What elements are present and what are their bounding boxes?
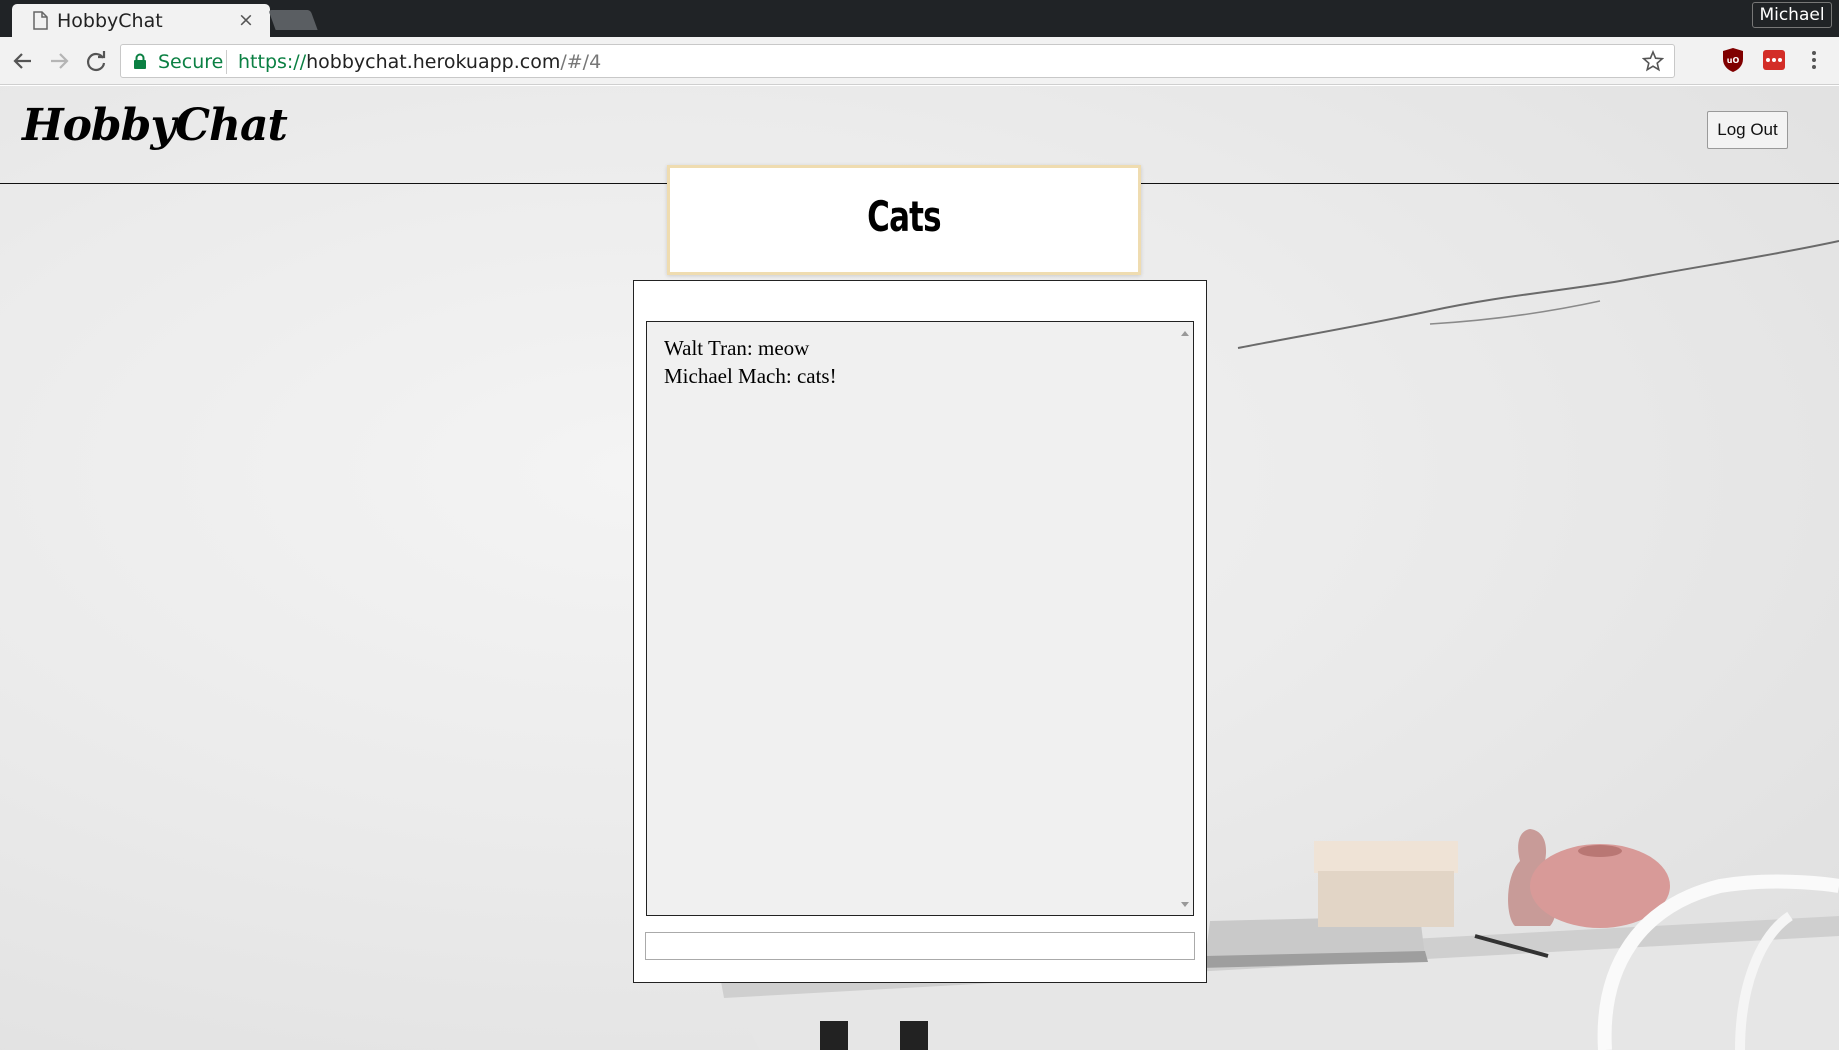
url-path: /#/4 <box>560 51 602 73</box>
reload-icon[interactable] <box>82 47 110 75</box>
new-tab-button[interactable] <box>268 10 318 30</box>
back-icon[interactable] <box>9 47 37 75</box>
url-scheme: https:// <box>238 51 307 73</box>
browser-titlebar: HobbyChat × Michael <box>0 0 1839 37</box>
address-bar[interactable]: Secure https://hobbychat.herokuapp.com/#… <box>120 44 1675 78</box>
url-text[interactable]: https://hobbychat.herokuapp.com/#/4 <box>238 51 601 73</box>
star-icon[interactable] <box>1642 50 1664 72</box>
secure-label: Secure <box>158 51 224 73</box>
room-title-card: Cats <box>667 165 1141 275</box>
message-list[interactable]: Walt Tran: meow Michael Mach: cats! <box>646 321 1194 916</box>
message-item: Walt Tran: meow <box>664 336 810 360</box>
browser-toolbar: Secure https://hobbychat.herokuapp.com/#… <box>0 37 1839 85</box>
omnibox-divider <box>226 50 227 74</box>
logout-button[interactable]: Log Out <box>1707 111 1788 149</box>
profile-button[interactable]: Michael <box>1752 2 1832 28</box>
chat-panel: Walt Tran: meow Michael Mach: cats! <box>633 280 1207 983</box>
hobbychat-logo[interactable]: HobbyChat <box>22 100 288 151</box>
tab-close-icon[interactable]: × <box>238 9 254 31</box>
scroll-up-arrow-icon[interactable] <box>1181 331 1189 336</box>
message-item: Michael Mach: cats! <box>664 364 837 388</box>
message-input[interactable] <box>645 932 1195 960</box>
room-title: Cats <box>867 192 941 241</box>
page: HobbyChat Log Out Cats Walt Tran: meow M… <box>0 86 1839 1050</box>
scroll-down-arrow-icon[interactable] <box>1181 902 1189 907</box>
url-host: hobbychat.herokuapp.com <box>306 51 561 73</box>
ublock-icon[interactable]: uO <box>1722 47 1744 73</box>
lastpass-icon[interactable] <box>1763 50 1785 70</box>
document-icon <box>33 11 48 30</box>
lock-icon <box>134 53 146 69</box>
forward-icon[interactable] <box>45 47 73 75</box>
menu-icon[interactable] <box>1810 49 1818 73</box>
browser-tab[interactable]: HobbyChat × <box>12 4 270 37</box>
svg-text:uO: uO <box>1727 56 1740 65</box>
tab-title: HobbyChat <box>57 10 163 32</box>
